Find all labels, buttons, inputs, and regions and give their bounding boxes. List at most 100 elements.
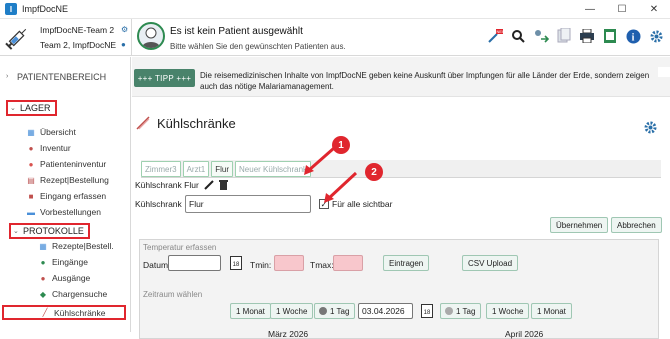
svg-text:i: i: [631, 32, 634, 43]
info-icon[interactable]: i: [625, 28, 641, 44]
patient-avatar[interactable]: [137, 22, 165, 50]
print-icon[interactable]: [579, 28, 595, 44]
cancel-button[interactable]: Abbrechen: [611, 217, 662, 233]
range-1-monat-forward-button[interactable]: 1 Monat: [531, 303, 572, 319]
sidebar-section-lager[interactable]: ⌄ LAGER: [0, 98, 131, 117]
incoming-icon: ●: [40, 257, 46, 267]
range-1-tag-back-button[interactable]: 1 Tag: [314, 303, 356, 319]
patient-subtitle: Bitte wählen Sie den gewünschten Patient…: [170, 42, 346, 51]
range-1-tag-forward-button[interactable]: 1 Tag: [440, 303, 482, 319]
overview-icon: ▦: [27, 127, 35, 137]
date-label: Datum: [143, 260, 169, 270]
incoming-icon: ■: [28, 191, 34, 201]
spreadsheet-icon[interactable]: [602, 28, 618, 44]
documents-icon[interactable]: [556, 28, 572, 44]
team-panel[interactable]: ImpfDocNE-Team 2 ⚙ Team 2, ImpfDocNE ●: [0, 19, 132, 56]
preorder-icon: ▬: [27, 207, 35, 217]
range-date-input[interactable]: 03.04.2026: [358, 303, 413, 319]
user-name: Team 2, ImpfDocNE: [40, 40, 117, 50]
csv-upload-button[interactable]: CSV Upload: [462, 255, 519, 271]
maximize-button[interactable]: ☐: [606, 0, 638, 19]
sidebar-section-patientenbereich[interactable]: › PATIENTENBEREICH: [0, 67, 131, 86]
prescription-icon: ▦: [39, 241, 47, 251]
sidebar-section-label: LAGER: [20, 102, 51, 113]
sidebar-section-protokolle[interactable]: ⌄ PROTOKOLLE: [0, 221, 131, 240]
sidebar-item-eingaenge[interactable]: ● Eingänge: [38, 257, 88, 267]
back-icon: [319, 307, 327, 315]
annotation-arrow-2: [324, 171, 358, 203]
toolbar: NEU i: [487, 28, 664, 44]
gear-icon[interactable]: [648, 28, 664, 44]
chevron-down-icon: ⌄: [10, 104, 16, 112]
sidebar-section-label: PATIENTENBEREICH: [17, 71, 107, 82]
minimize-button[interactable]: —: [574, 0, 606, 19]
prescription-icon: ▤: [27, 175, 35, 185]
trash-icon[interactable]: [218, 180, 228, 190]
syringe-icon: [5, 28, 27, 50]
thermometer-icon: [136, 116, 150, 130]
sidebar-item-uebersicht[interactable]: ▦ Übersicht: [26, 127, 76, 137]
tipp-text: Die reisemedizinischen Inhalte von ImpfD…: [200, 71, 650, 91]
close-button[interactable]: ✕: [638, 0, 670, 19]
fridge-name-row: Kühlschrank Flur: [135, 180, 228, 190]
temperature-section-label: Temperatur erfassen: [143, 243, 217, 252]
tab-neuer-kuehlschrank[interactable]: Neuer Kühlschrank: [235, 161, 312, 177]
tipp-button[interactable]: +++ TIPP +++: [134, 69, 195, 87]
tmax-label: Tmax:: [310, 260, 334, 270]
batch-search-icon: ◆: [39, 289, 47, 299]
sidebar-item-vorbestellungen[interactable]: ▬ Vorbestellungen: [26, 207, 101, 217]
sidebar-item-ausgaenge[interactable]: ● Ausgänge: [38, 273, 91, 283]
range-1-woche-forward-button[interactable]: 1 Woche: [486, 303, 530, 319]
chevron-down-icon: ⌄: [13, 227, 19, 235]
patient-inventory-icon: ●: [28, 159, 34, 169]
fridge-name: Kühlschrank Flur: [135, 180, 199, 190]
user-icon[interactable]: ●: [121, 40, 126, 49]
tab-zimmer3[interactable]: Zimmer3: [141, 161, 181, 177]
date-input[interactable]: [168, 255, 221, 271]
tmin-label: Tmin:: [250, 260, 272, 270]
inventory-icon: ●: [28, 143, 34, 153]
title-bar: I ImpfDocNE — ☐ ✕: [0, 0, 670, 19]
tab-arzt1[interactable]: Arzt1: [182, 161, 210, 177]
month-label-left: März 2026: [268, 329, 309, 339]
main-content: +++ TIPP +++ Die reisemedizinischen Inha…: [132, 57, 670, 339]
transfer-icon[interactable]: [533, 28, 549, 44]
tab-flur[interactable]: Flur: [211, 161, 234, 177]
app-header: ImpfDocNE-Team 2 ⚙ Team 2, ImpfDocNE ● E…: [0, 19, 670, 56]
range-calendar-icon[interactable]: 18: [421, 304, 433, 318]
annotation-1: 1: [332, 136, 350, 154]
fridge-label: Kühlschrank: [135, 199, 182, 209]
team-name: ImpfDocNE-Team 2: [40, 25, 115, 35]
sidebar-item-rezept-bestellung[interactable]: ▤ Rezept|Bestellung: [26, 175, 109, 185]
sidebar-item-eingang-erfassen[interactable]: ■ Eingang erfassen: [26, 191, 107, 201]
tipp-banner: +++ TIPP +++ Die reisemedizinischen Inha…: [132, 57, 670, 97]
fridge-name-input[interactable]: Flur: [185, 195, 311, 213]
search-icon[interactable]: [510, 28, 526, 44]
sidebar-item-inventur[interactable]: ● Inventur: [26, 143, 71, 153]
scrollbar-up[interactable]: [658, 67, 670, 77]
team-settings-icon[interactable]: ⚙: [121, 25, 128, 34]
app-logo-icon: I: [5, 3, 17, 15]
temperature-panel: Temperatur erfassen Datum 18 Tmin: Tmax:…: [139, 239, 659, 339]
edit-pencil-icon[interactable]: [204, 180, 214, 190]
sidebar-item-chargensuche[interactable]: ◆ Chargensuche: [38, 289, 107, 299]
app-title: ImpfDocNE: [22, 4, 69, 14]
page-settings-gear-icon[interactable]: [643, 120, 658, 137]
apply-button[interactable]: Übernehmen: [550, 217, 609, 233]
sidebar-item-patienteninventur[interactable]: ● Patienteninventur: [26, 159, 107, 169]
fridge-form: Kühlschrank Flur ✓ Für alle sichtbar: [135, 195, 665, 219]
outgoing-icon: ●: [40, 273, 46, 283]
tmax-input[interactable]: [333, 255, 363, 271]
sidebar-section-label: PROTOKOLLE: [23, 225, 84, 236]
calendar-icon[interactable]: 18: [230, 256, 242, 270]
annotation-2: 2: [365, 163, 383, 181]
range-1-monat-back-button[interactable]: 1 Monat: [230, 303, 271, 319]
vaccine-new-icon[interactable]: NEU: [487, 28, 503, 44]
range-1-woche-back-button[interactable]: 1 Woche: [270, 303, 314, 319]
sidebar-item-rezepte-bestell[interactable]: ▦ Rezepte|Bestell.: [38, 241, 114, 251]
tmin-input[interactable]: [274, 255, 304, 271]
page-title: Kühlschränke: [157, 115, 236, 131]
sidebar-item-kuehlschraenke[interactable]: ╱ Kühlschränke: [2, 305, 126, 320]
person-placeholder-icon: [142, 27, 160, 48]
enter-button[interactable]: Eintragen: [383, 255, 430, 271]
